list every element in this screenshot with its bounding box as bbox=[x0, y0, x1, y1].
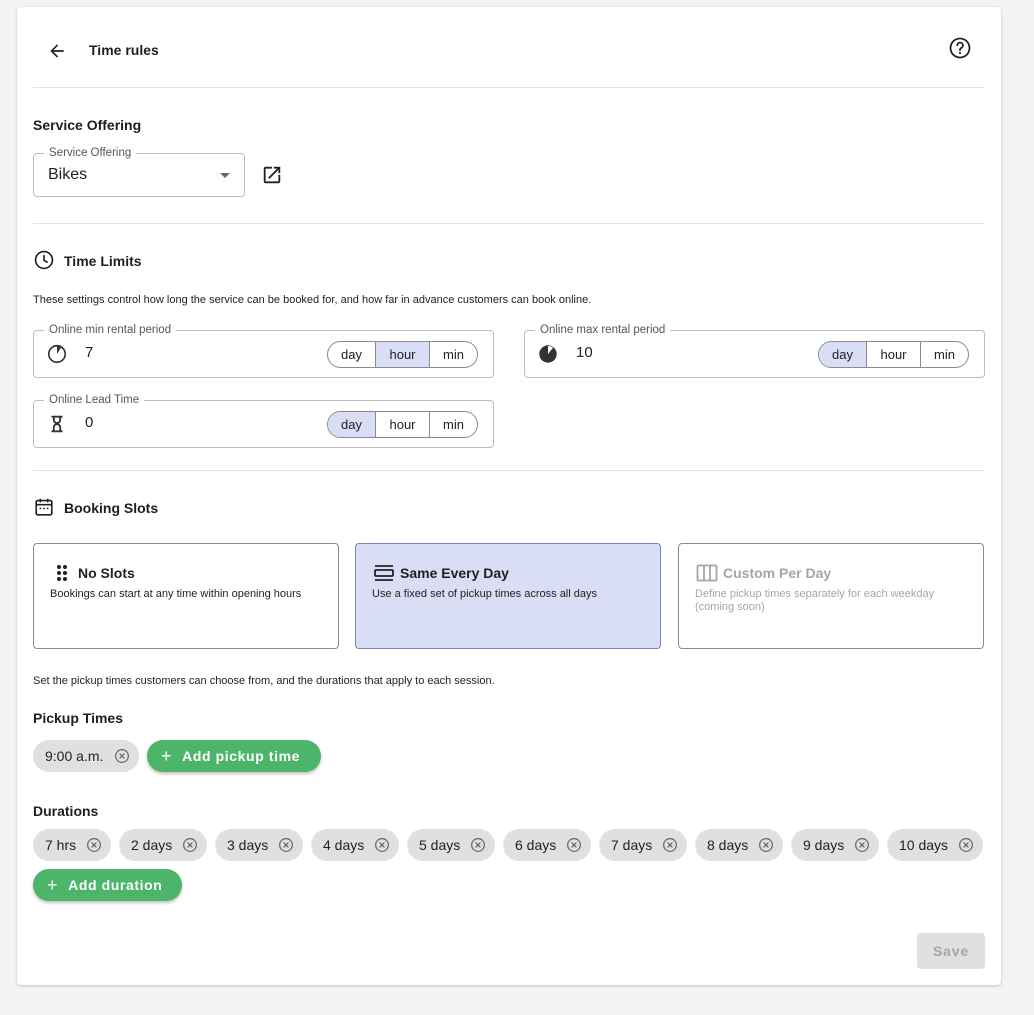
service-offering-label: Service Offering bbox=[44, 146, 137, 160]
slot-option-title: Custom Per Day bbox=[723, 565, 832, 581]
max-rental-value[interactable]: 10 bbox=[576, 344, 593, 361]
view-agenda-icon bbox=[373, 564, 395, 582]
duration-chip: 7 hrs bbox=[33, 829, 111, 861]
close-circle-icon[interactable] bbox=[957, 836, 975, 854]
view-column-icon bbox=[696, 564, 718, 582]
add-duration-button[interactable]: + Add duration bbox=[33, 869, 182, 901]
save-button[interactable]: Save bbox=[917, 933, 985, 969]
duration-chip: 5 days bbox=[407, 829, 495, 861]
add-pickup-time-button[interactable]: + Add pickup time bbox=[147, 740, 321, 772]
unit-min[interactable]: min bbox=[429, 342, 477, 367]
max-rental-unit-toggle[interactable]: day hour min bbox=[818, 341, 969, 368]
chip-label: 8 days bbox=[707, 837, 749, 853]
min-rental-field[interactable]: Online min rental period 7 day hour min bbox=[33, 323, 494, 378]
chip-label: 6 days bbox=[515, 837, 557, 853]
add-pickup-time-label: Add pickup time bbox=[182, 748, 301, 764]
page-title: Time rules bbox=[89, 42, 159, 58]
add-duration-label: Add duration bbox=[68, 877, 163, 893]
chip-label: 7 hrs bbox=[45, 837, 77, 853]
unit-hour[interactable]: hour bbox=[866, 342, 920, 367]
arrow-left-icon bbox=[47, 41, 67, 61]
lead-time-unit-toggle[interactable]: day hour min bbox=[327, 411, 478, 438]
min-rental-unit-toggle[interactable]: day hour min bbox=[327, 341, 478, 368]
unit-min[interactable]: min bbox=[429, 412, 477, 437]
service-offering-title: Service Offering bbox=[33, 117, 142, 133]
chip-label: 9:00 a.m. bbox=[45, 748, 104, 764]
slot-option-description: Bookings can start at any time within op… bbox=[50, 588, 302, 600]
slot-option-same-every-day[interactable]: Same Every Day Use a fixed set of pickup… bbox=[355, 543, 661, 649]
close-circle-icon[interactable] bbox=[565, 836, 583, 854]
chip-label: 7 days bbox=[611, 837, 653, 853]
slot-option-title: Same Every Day bbox=[400, 565, 509, 581]
chip-label: 10 days bbox=[899, 837, 949, 853]
lead-time-value[interactable]: 0 bbox=[85, 414, 93, 431]
max-rental-field[interactable]: Online max rental period 10 day hour min bbox=[524, 323, 985, 378]
close-circle-icon[interactable] bbox=[181, 836, 199, 854]
close-circle-icon[interactable] bbox=[661, 836, 679, 854]
back-button[interactable] bbox=[41, 37, 73, 65]
divider bbox=[33, 87, 985, 88]
slot-option-description: Define pickup times separately for each … bbox=[695, 588, 935, 613]
slot-option-title: No Slots bbox=[78, 565, 135, 581]
hourglass-icon bbox=[46, 413, 68, 435]
dropdown-arrow-icon bbox=[220, 173, 230, 178]
booking-slots-title: Booking Slots bbox=[64, 500, 159, 516]
pickup-times-title: Pickup Times bbox=[33, 710, 124, 726]
plus-icon: + bbox=[161, 746, 173, 766]
clock-icon bbox=[33, 249, 55, 271]
unit-hour[interactable]: hour bbox=[375, 412, 429, 437]
divider bbox=[33, 470, 985, 471]
duration-chip: 6 days bbox=[503, 829, 591, 861]
pie-three-quarter-icon bbox=[537, 343, 559, 365]
lead-time-label: Online Lead Time bbox=[44, 393, 145, 407]
close-circle-icon[interactable] bbox=[469, 836, 487, 854]
slot-option-description: Use a fixed set of pickup times across a… bbox=[372, 588, 597, 600]
duration-chip: 3 days bbox=[215, 829, 303, 861]
min-rental-label: Online min rental period bbox=[44, 323, 177, 337]
close-circle-icon[interactable] bbox=[757, 836, 775, 854]
close-circle-icon[interactable] bbox=[113, 747, 131, 765]
service-offering-value: Bikes bbox=[48, 166, 88, 183]
chip-label: 9 days bbox=[803, 837, 845, 853]
pickup-time-chip: 9:00 a.m. bbox=[33, 740, 139, 772]
duration-chip: 7 days bbox=[599, 829, 687, 861]
chip-label: 2 days bbox=[131, 837, 173, 853]
duration-chip: 9 days bbox=[791, 829, 879, 861]
close-circle-icon[interactable] bbox=[373, 836, 391, 854]
unit-day[interactable]: day bbox=[328, 412, 375, 437]
open-in-new-icon[interactable] bbox=[261, 164, 283, 186]
unit-day[interactable]: day bbox=[328, 342, 375, 367]
drag-dots-icon bbox=[51, 564, 73, 582]
close-circle-icon[interactable] bbox=[85, 836, 103, 854]
slot-option-custom-per-day: Custom Per Day Define pickup times separ… bbox=[678, 543, 984, 649]
plus-icon: + bbox=[47, 875, 59, 895]
close-circle-icon[interactable] bbox=[853, 836, 871, 854]
durations-title: Durations bbox=[33, 803, 99, 819]
duration-chip: 8 days bbox=[695, 829, 783, 861]
chip-label: 3 days bbox=[227, 837, 269, 853]
duration-chip: 2 days bbox=[119, 829, 207, 861]
unit-hour[interactable]: hour bbox=[375, 342, 429, 367]
booking-slots-instructions: Set the pickup times customers can choos… bbox=[33, 675, 495, 687]
slot-option-no-slots[interactable]: No Slots Bookings can start at any time … bbox=[33, 543, 339, 649]
calendar-icon bbox=[33, 496, 55, 518]
time-rules-card: Time rules Service Offering Service Offe… bbox=[17, 7, 1001, 985]
lead-time-field[interactable]: Online Lead Time 0 day hour min bbox=[33, 393, 494, 448]
divider bbox=[33, 223, 985, 224]
duration-chip: 4 days bbox=[311, 829, 399, 861]
max-rental-label: Online max rental period bbox=[535, 323, 671, 337]
duration-chip: 10 days bbox=[887, 829, 983, 861]
service-offering-select[interactable]: Service Offering Bikes bbox=[33, 146, 245, 197]
min-rental-value[interactable]: 7 bbox=[85, 344, 93, 361]
chip-label: 5 days bbox=[419, 837, 461, 853]
unit-min[interactable]: min bbox=[920, 342, 968, 367]
chip-label: 4 days bbox=[323, 837, 365, 853]
close-circle-icon[interactable] bbox=[277, 836, 295, 854]
time-limits-title: Time Limits bbox=[64, 253, 142, 269]
help-circle-icon bbox=[948, 36, 972, 60]
unit-day[interactable]: day bbox=[819, 342, 866, 367]
pie-quarter-icon bbox=[46, 343, 68, 365]
help-button[interactable] bbox=[947, 35, 973, 61]
time-limits-description: These settings control how long the serv… bbox=[33, 294, 592, 306]
